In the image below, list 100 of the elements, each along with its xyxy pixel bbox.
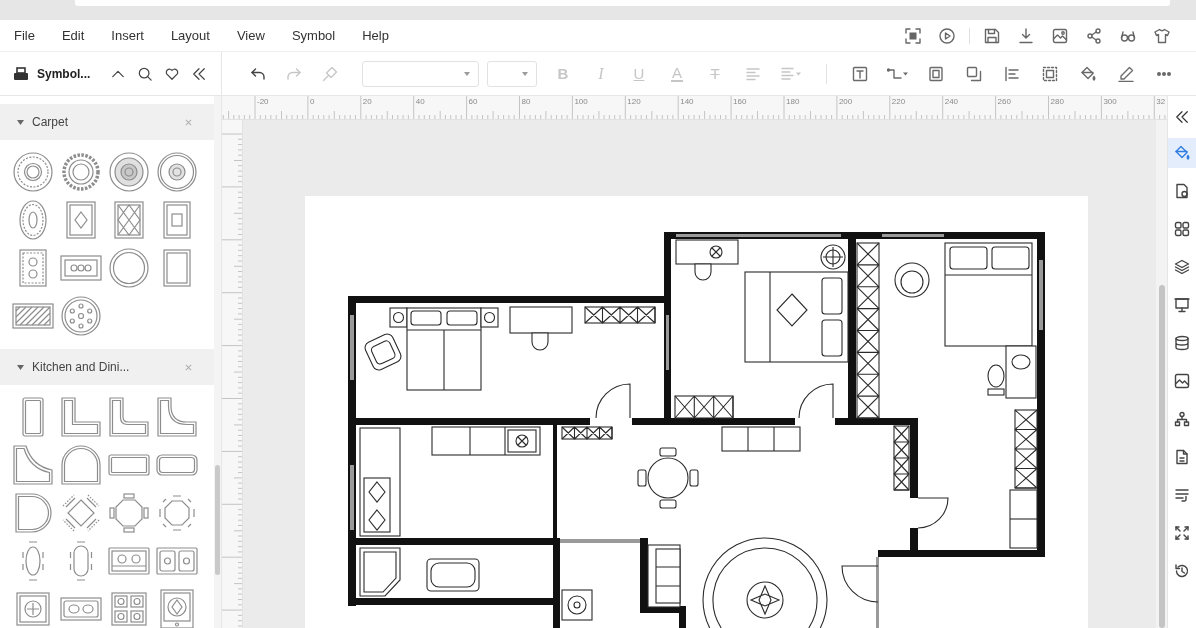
round-rug-icon[interactable] <box>61 152 101 192</box>
align-left-icon[interactable] <box>1004 65 1020 82</box>
group-icon[interactable] <box>1042 65 1058 82</box>
toilet <box>987 364 1005 396</box>
counter-icon[interactable] <box>22 397 44 437</box>
counter-icon[interactable] <box>156 454 198 476</box>
database-icon <box>1174 335 1190 351</box>
heart-icon[interactable] <box>165 66 179 81</box>
menu-item[interactable]: Help <box>358 24 393 47</box>
window <box>666 315 669 370</box>
ruler-label: 80 <box>521 98 531 106</box>
counter-icon[interactable] <box>109 397 149 437</box>
window <box>350 465 354 530</box>
presentation-icon <box>1174 297 1190 313</box>
menu-item[interactable]: Symbol <box>287 24 340 47</box>
round-rug-icon[interactable] <box>109 248 149 288</box>
door <box>798 383 834 419</box>
image-icon[interactable] <box>1052 27 1068 44</box>
sink-icon[interactable] <box>156 547 198 575</box>
play-circle-icon[interactable] <box>939 27 955 44</box>
wardrobe <box>893 425 910 491</box>
address-field[interactable] <box>75 0 1170 6</box>
sink <box>1005 345 1037 399</box>
connector-icon[interactable] <box>887 65 909 82</box>
rug-icon[interactable] <box>114 201 144 239</box>
paint-bucket-icon[interactable] <box>1080 65 1096 82</box>
door <box>595 383 631 419</box>
counter-icon[interactable] <box>157 397 197 437</box>
double-chevron-left-icon[interactable] <box>192 66 206 81</box>
close-icon[interactable] <box>185 118 192 126</box>
table-icon[interactable] <box>14 493 52 533</box>
menu-item[interactable]: Edit <box>57 24 89 47</box>
scrollbar[interactable] <box>1158 285 1165 628</box>
layers-icon <box>1174 259 1190 275</box>
scrollbar[interactable] <box>215 465 220 575</box>
rug-icon[interactable] <box>66 201 96 239</box>
chair <box>694 263 712 281</box>
cooktop-icon[interactable] <box>16 592 50 626</box>
undo-icon[interactable] <box>250 65 266 82</box>
sink-icon[interactable] <box>60 597 102 621</box>
pen-icon[interactable] <box>1118 65 1134 82</box>
cooktop-icon[interactable] <box>160 589 194 628</box>
search-icon[interactable] <box>138 66 152 81</box>
caret-down-icon <box>522 71 528 76</box>
rug-icon[interactable] <box>163 201 191 239</box>
document-gear-icon <box>1174 183 1190 199</box>
text-box-icon[interactable] <box>852 65 868 82</box>
round-rug-icon[interactable] <box>61 296 101 336</box>
focus-icon[interactable] <box>905 27 921 44</box>
shirt-icon[interactable] <box>1154 27 1170 44</box>
wardrobe <box>584 306 656 324</box>
cooktop-icon[interactable] <box>111 592 147 626</box>
counter-icon[interactable] <box>108 454 150 476</box>
counter-icon[interactable] <box>61 445 101 485</box>
counter-icon[interactable] <box>13 445 53 485</box>
menu-item[interactable]: View <box>232 24 269 47</box>
round-rug-icon[interactable] <box>13 152 53 192</box>
bathtub <box>426 558 480 592</box>
menu-item[interactable]: Layout <box>166 24 214 47</box>
frame-icon[interactable] <box>928 65 944 82</box>
menu-item[interactable]: File <box>10 24 39 47</box>
dining-table-icon[interactable] <box>61 493 101 533</box>
section-header[interactable]: Kitchen and Dini... <box>0 349 214 385</box>
counter-icon[interactable] <box>61 397 101 437</box>
door <box>917 497 949 529</box>
side-table <box>820 244 846 270</box>
menu-item[interactable]: Insert <box>107 24 148 47</box>
nightstand <box>480 307 499 328</box>
rug-icon[interactable] <box>163 249 191 287</box>
dining-table-icon[interactable] <box>69 540 93 582</box>
rug-icon[interactable] <box>19 249 47 287</box>
close-icon[interactable] <box>185 363 192 371</box>
dining-table-icon[interactable] <box>21 540 45 582</box>
section-header[interactable]: Carpet <box>0 104 214 140</box>
ruler-label: 120 <box>627 98 641 106</box>
dining-table-icon[interactable] <box>157 493 197 533</box>
oval-rug-icon[interactable] <box>19 200 47 240</box>
round-rug-icon[interactable] <box>157 152 197 192</box>
sofa <box>647 544 681 608</box>
history-icon <box>1174 563 1190 579</box>
overlapping-squares-icon[interactable] <box>966 65 982 82</box>
window <box>1039 260 1043 330</box>
printer-icon <box>13 66 29 81</box>
ruler-label: 280 <box>1050 98 1064 106</box>
rug-icon[interactable] <box>12 303 54 329</box>
download-icon[interactable] <box>1018 27 1034 44</box>
share-icon[interactable] <box>1086 27 1102 44</box>
armchair <box>894 262 930 298</box>
rug-icon[interactable] <box>60 255 102 281</box>
double-chevron-left-icon[interactable] <box>1175 110 1189 124</box>
ruler-label: 260 <box>997 98 1011 106</box>
panel-title[interactable]: Symbol... <box>37 64 91 83</box>
dining-table-icon[interactable] <box>109 493 149 533</box>
ruler-label: 200 <box>838 98 853 106</box>
hierarchy-icon <box>1174 411 1190 427</box>
ruler-label: 240 <box>944 98 959 106</box>
sink-icon[interactable] <box>108 547 150 575</box>
save-icon[interactable] <box>984 27 1000 44</box>
round-rug-icon[interactable] <box>109 152 149 192</box>
ruler-label: 40 <box>415 98 425 106</box>
